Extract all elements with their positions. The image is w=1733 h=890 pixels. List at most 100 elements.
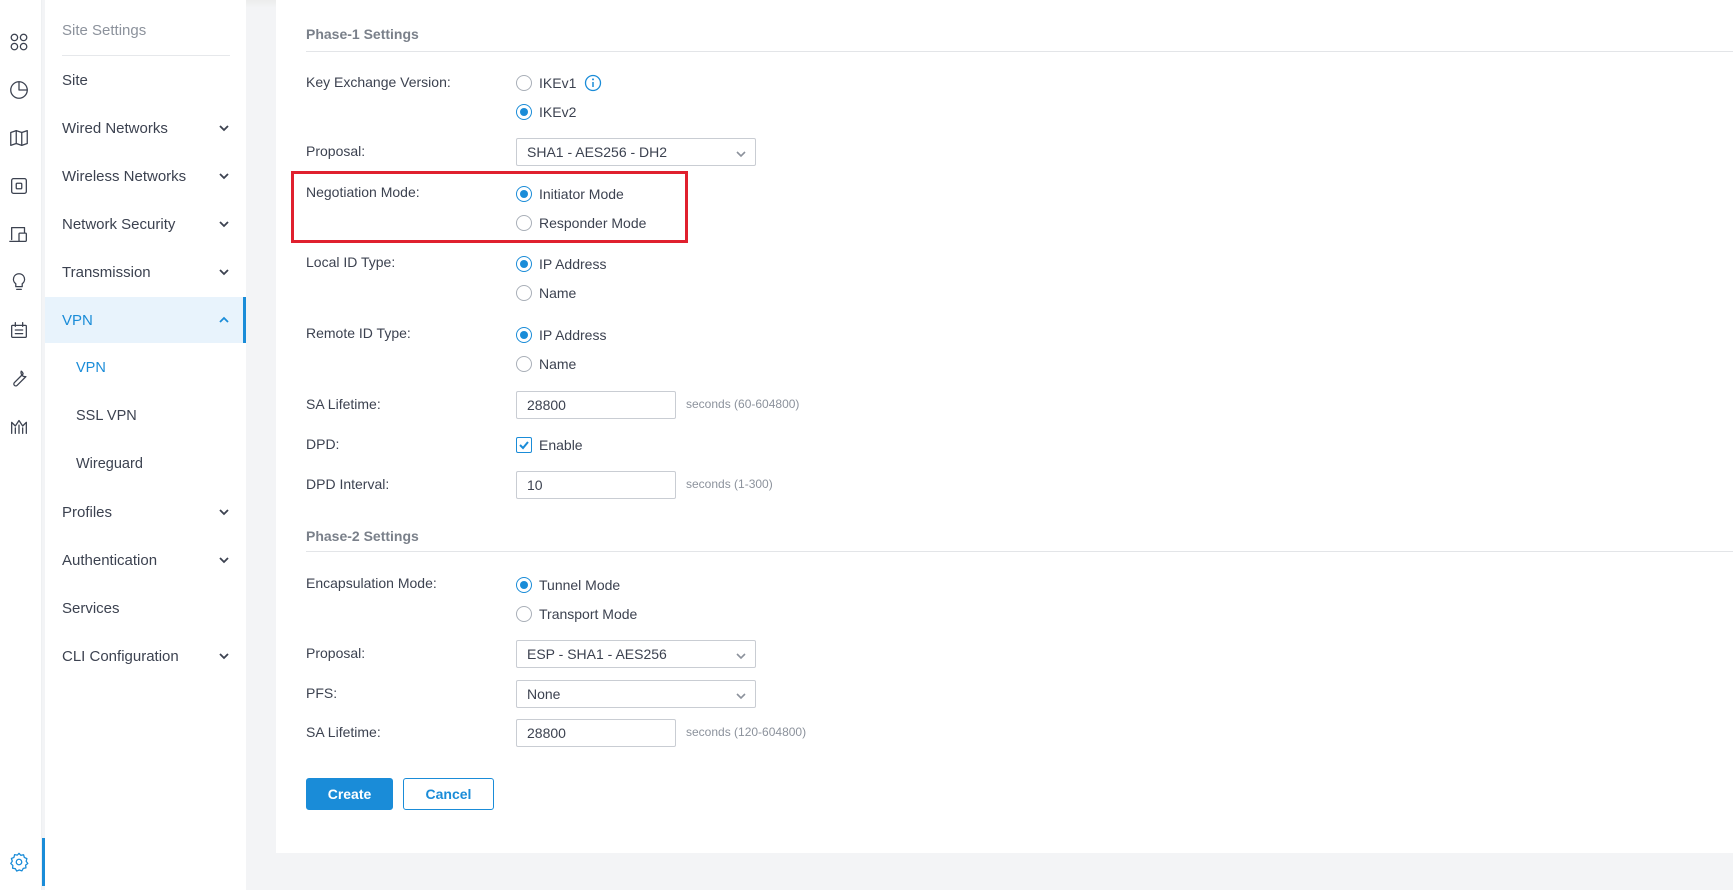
- dpd-label: DPD:: [306, 436, 340, 452]
- nav-item-cli-configuration[interactable]: CLI Configuration: [45, 633, 246, 679]
- pfs-label: PFS:: [306, 685, 338, 701]
- remote-id-name-radio[interactable]: Name: [516, 356, 576, 372]
- nav-item-network-security[interactable]: Network Security: [45, 201, 246, 247]
- nav-item-label: Wired Networks: [62, 119, 168, 137]
- nav-item-site[interactable]: Site: [45, 57, 246, 103]
- radio-dot: [516, 215, 532, 231]
- chevron-down-icon: [735, 649, 747, 661]
- dashboard-icon[interactable]: [5, 28, 33, 56]
- nav-item-label: VPN: [62, 311, 93, 329]
- radio-label: Name: [539, 356, 577, 372]
- nav-subitem-wireguard[interactable]: Wireguard: [45, 441, 246, 487]
- nav-item-wireless-networks[interactable]: Wireless Networks: [45, 153, 246, 199]
- radio-label: Transport Mode: [539, 606, 638, 622]
- remote-id-ip-radio[interactable]: IP Address: [516, 327, 606, 343]
- logs-icon[interactable]: [5, 316, 33, 344]
- cancel-button[interactable]: Cancel: [403, 778, 494, 810]
- radio-dot: [516, 75, 532, 91]
- icon-rail: [0, 0, 42, 890]
- radio-label: Name: [539, 285, 577, 301]
- radio-dot: [516, 327, 532, 343]
- dpd-enable-checkbox[interactable]: Enable: [516, 437, 583, 453]
- statistics-icon[interactable]: [5, 76, 33, 104]
- phase2-sa-lifetime-input[interactable]: [516, 719, 676, 747]
- select-value: ESP - SHA1 - AES256: [527, 646, 667, 662]
- nav-item-label: VPN: [76, 360, 106, 376]
- dpd-interval-label: DPD Interval:: [306, 476, 390, 492]
- ikev2-radio[interactable]: IKEv2: [516, 104, 576, 120]
- pfs-select[interactable]: None: [516, 680, 756, 708]
- map-icon[interactable]: [5, 124, 33, 152]
- radio-label: IP Address: [539, 256, 607, 272]
- nav-subitem-ssl-vpn[interactable]: SSL VPN: [45, 393, 246, 439]
- radio-label: Tunnel Mode: [539, 577, 621, 593]
- radio-dot: [516, 606, 532, 622]
- phase1-divider: [306, 51, 1733, 52]
- select-value: SHA1 - AES256 - DH2: [527, 144, 668, 160]
- checkbox-label: Enable: [539, 437, 583, 453]
- settings-icon[interactable]: [5, 848, 33, 876]
- nav-item-label: Transmission: [62, 263, 151, 281]
- dpd-interval-input[interactable]: [516, 471, 676, 499]
- radio-label: Initiator Mode: [539, 186, 624, 202]
- radio-dot: [516, 356, 532, 372]
- chevron-down-icon: [217, 505, 231, 519]
- chevron-down-icon: [735, 689, 747, 701]
- create-button[interactable]: Create: [306, 778, 393, 810]
- devices-icon[interactable]: [5, 172, 33, 200]
- ikev1-radio[interactable]: IKEv1: [516, 74, 602, 92]
- clients-icon[interactable]: [5, 220, 33, 248]
- chevron-up-icon: [217, 313, 231, 327]
- chevron-down-icon: [217, 169, 231, 183]
- nav-item-vpn[interactable]: VPN: [45, 297, 246, 343]
- chevron-down-icon: [217, 265, 231, 279]
- phase2-proposal-label: Proposal:: [306, 645, 366, 661]
- settings-nav: Site Settings Site Wired Networks Wirele…: [45, 0, 246, 890]
- nav-item-wired-networks[interactable]: Wired Networks: [45, 105, 246, 151]
- phase1-title: Phase-1 Settings: [306, 26, 419, 42]
- nav-item-label: SSL VPN: [76, 408, 137, 424]
- nav-item-authentication[interactable]: Authentication: [45, 537, 246, 583]
- reports-icon[interactable]: [5, 412, 33, 440]
- nav-item-profiles[interactable]: Profiles: [45, 489, 246, 535]
- phase2-sa-lifetime-label: SA Lifetime:: [306, 724, 381, 740]
- radio-label: Responder Mode: [539, 215, 647, 231]
- radio-dot: [516, 256, 532, 272]
- radio-dot: [516, 186, 532, 202]
- nav-item-label: Wireless Networks: [62, 167, 187, 185]
- phase1-sa-lifetime-input[interactable]: [516, 391, 676, 419]
- local-id-name-radio[interactable]: Name: [516, 285, 576, 301]
- phase1-sa-lifetime-hint: seconds (60-604800): [686, 397, 800, 411]
- chevron-down-icon: [217, 553, 231, 567]
- nav-item-transmission[interactable]: Transmission: [45, 249, 246, 295]
- nav-item-label: Site: [62, 71, 88, 89]
- radio-dot: [516, 285, 532, 301]
- encapsulation-label: Encapsulation Mode:: [306, 575, 437, 591]
- phase1-proposal-select[interactable]: SHA1 - AES256 - DH2: [516, 138, 756, 166]
- responder-mode-radio[interactable]: Responder Mode: [516, 215, 646, 231]
- radio-label: IP Address: [539, 327, 607, 343]
- transport-mode-radio[interactable]: Transport Mode: [516, 606, 637, 622]
- chevron-down-icon: [217, 649, 231, 663]
- nav-item-services[interactable]: Services: [45, 585, 246, 631]
- dpd-interval-hint: seconds (1-300): [686, 477, 773, 491]
- phase2-title: Phase-2 Settings: [306, 528, 419, 544]
- negotiation-mode-label: Negotiation Mode:: [306, 184, 420, 200]
- initiator-mode-radio[interactable]: Initiator Mode: [516, 186, 624, 202]
- nav-item-label: Profiles: [62, 503, 113, 521]
- nav-item-label: CLI Configuration: [62, 647, 179, 665]
- info-icon[interactable]: [584, 74, 602, 92]
- local-id-ip-radio[interactable]: IP Address: [516, 256, 606, 272]
- insights-icon[interactable]: [5, 268, 33, 296]
- phase2-proposal-select[interactable]: ESP - SHA1 - AES256: [516, 640, 756, 668]
- tunnel-mode-radio[interactable]: Tunnel Mode: [516, 577, 620, 593]
- select-value: None: [527, 686, 561, 702]
- nav-subitem-vpn[interactable]: VPN: [45, 345, 246, 391]
- tools-icon[interactable]: [5, 364, 33, 392]
- checkbox-box: [516, 437, 532, 453]
- nav-item-label: Services: [62, 599, 120, 617]
- nav-item-label: Authentication: [62, 551, 158, 569]
- radio-dot: [516, 104, 532, 120]
- radio-label: IKEv2: [539, 104, 577, 120]
- phase1-proposal-label: Proposal:: [306, 143, 366, 159]
